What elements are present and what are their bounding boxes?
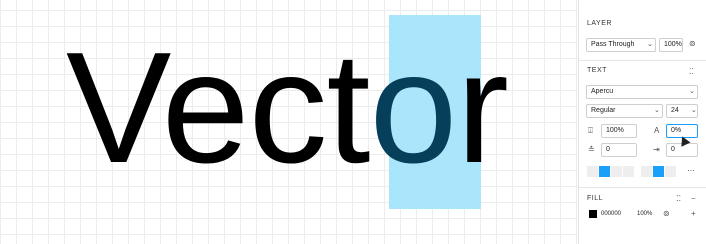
align-right-button[interactable]	[611, 166, 622, 177]
align-justify-button[interactable]	[623, 166, 634, 177]
layer-opacity-value: 100%	[664, 41, 682, 48]
section-divider	[579, 187, 706, 188]
font-size-value: 24	[671, 107, 679, 114]
chevron-down-icon: ⌄	[689, 88, 695, 95]
font-family-value: Apercu	[591, 88, 614, 95]
properties-panel: LAYER Pass Through ⌄ 100% ⊚ TEXT ⁚⁚ Aper…	[578, 0, 706, 244]
remove-fill-icon[interactable]: −	[691, 194, 696, 203]
chevron-down-icon: ⌄	[691, 107, 697, 114]
letter-spacing-value: 0%	[671, 127, 682, 134]
layer-opacity-input[interactable]: 100%	[659, 38, 683, 52]
blend-mode-select[interactable]: Pass Through	[586, 38, 656, 52]
vector-text-layer[interactable]: Vector	[66, 8, 509, 208]
line-height-icon: ⍗	[588, 126, 593, 135]
line-height-value: 100%	[606, 127, 624, 134]
text-unselected-tail: r	[456, 20, 509, 196]
align-bottom-button[interactable]	[665, 166, 676, 177]
text-section-title: TEXT	[587, 67, 607, 74]
layer-section-title: LAYER	[587, 20, 612, 27]
align-top-button[interactable]	[641, 166, 652, 177]
chevron-down-icon: ⌄	[654, 107, 660, 114]
blend-mode-value: Pass Through	[591, 41, 635, 48]
paragraph-spacing-input[interactable]: 0	[601, 143, 637, 157]
chevron-down-icon: ⌄	[647, 41, 653, 48]
font-weight-select[interactable]: Regular	[586, 104, 663, 118]
text-unselected-part: Vect	[66, 20, 370, 196]
line-height-input[interactable]: 100%	[601, 124, 637, 138]
add-fill-icon[interactable]: +	[691, 209, 696, 218]
fill-styles-icon[interactable]: ⁚⁚	[676, 194, 681, 203]
more-options-icon[interactable]: ⋯	[687, 166, 695, 175]
paragraph-spacing-icon: ≛	[588, 145, 595, 154]
fill-section-title: FILL	[587, 195, 604, 202]
paragraph-spacing-value: 0	[606, 146, 610, 153]
eye-icon[interactable]: ⊚	[663, 209, 670, 218]
letter-spacing-icon: A	[654, 126, 660, 135]
align-center-button[interactable]	[599, 166, 610, 177]
align-middle-button[interactable]	[653, 166, 664, 177]
paragraph-indent-icon: ⇥	[653, 145, 660, 154]
align-left-button[interactable]	[587, 166, 598, 177]
text-selected-part: o	[369, 20, 457, 196]
font-family-select[interactable]: Apercu	[586, 85, 698, 99]
text-settings-icon[interactable]: ⁚⁚	[689, 67, 694, 76]
fill-opacity-value[interactable]: 100%	[637, 211, 652, 217]
fill-color-swatch[interactable]	[589, 210, 597, 218]
paragraph-indent-value: 0	[671, 146, 675, 153]
section-divider	[579, 60, 706, 61]
fill-hex-value[interactable]: 000000	[601, 211, 621, 217]
eye-icon[interactable]: ⊚	[689, 39, 696, 48]
font-weight-value: Regular	[591, 107, 616, 114]
